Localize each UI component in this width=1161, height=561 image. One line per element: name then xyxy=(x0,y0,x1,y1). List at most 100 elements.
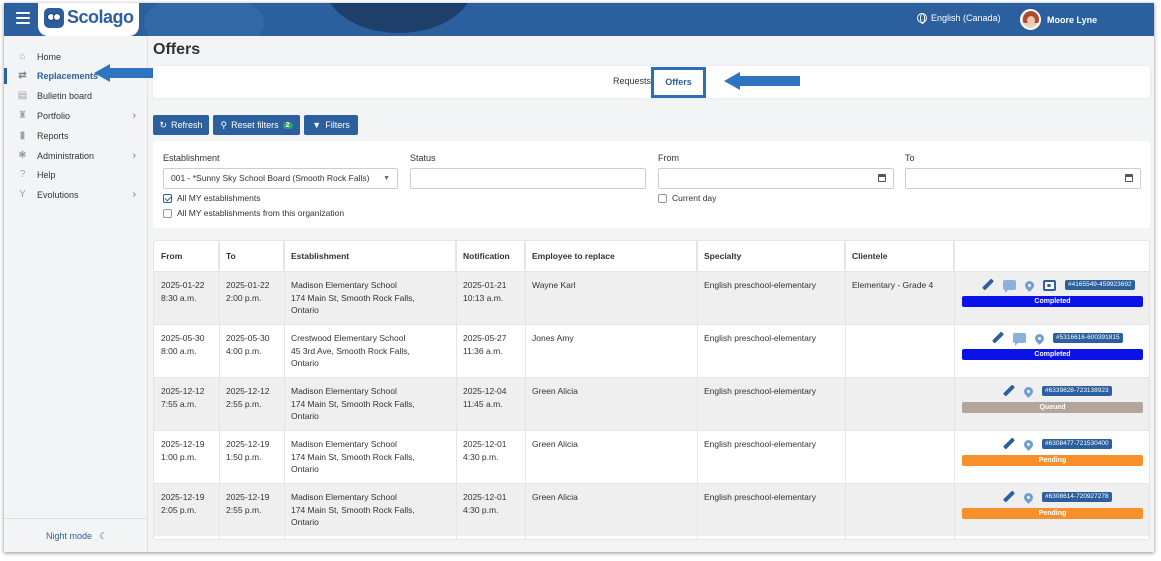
to-date-input[interactable] xyxy=(905,168,1141,189)
from-date-input[interactable] xyxy=(658,168,894,189)
language-label: English (Canada) xyxy=(931,13,1001,23)
cell-notification-line: 11:36 a.m. xyxy=(463,345,503,356)
cell-establishment-line: 45 3rd Ave, Smooth Rock Falls, xyxy=(291,345,410,356)
cell-specialty-line: English preschool-elementary xyxy=(704,386,816,396)
sidebar-item-label: Reports xyxy=(37,131,69,141)
pin-icon[interactable] xyxy=(1022,437,1035,451)
chevron-right-icon: › xyxy=(132,189,136,200)
refresh-icon: ↻ xyxy=(159,119,168,130)
night-mode-toggle[interactable]: Night mode ☾ xyxy=(46,531,108,542)
cell-notification: 2025-01-21 10:13 a.m. xyxy=(456,279,506,304)
table-row[interactable]: 2025-01-22 8:30 a.m. 2025-01-22 2:00 p.m. Ma… xyxy=(154,271,1149,324)
offer-id-badge[interactable]: #6308477-721530400 xyxy=(1042,439,1112,449)
user-menu[interactable]: Moore Lyne xyxy=(1020,9,1097,30)
pin-icon[interactable] xyxy=(1022,490,1035,504)
avatar xyxy=(1020,9,1041,30)
pin-icon[interactable] xyxy=(1033,331,1046,345)
sidebar-item-reports[interactable]: ▮ Reports xyxy=(4,127,148,145)
table-row[interactable]: 2025-05-30 8:00 a.m. 2025-05-30 4:00 p.m. Cr… xyxy=(154,324,1149,377)
cell-specialty: English preschool-elementary xyxy=(697,279,816,292)
checkbox-checked-icon[interactable] xyxy=(163,193,172,203)
cell-from-line: 2:05 p.m. xyxy=(161,504,197,515)
offer-id-badge[interactable]: #4165549-459923692 xyxy=(1065,280,1135,290)
table-row[interactable]: 2025-12-12 7:55 a.m. 2025-12-12 2:55 p.m. Ma… xyxy=(154,377,1149,431)
cell-to-line: 2025-05-30 xyxy=(226,333,270,343)
pencil-icon[interactable] xyxy=(1003,491,1015,503)
refresh-button[interactable]: ↻ Refresh xyxy=(153,115,209,135)
all-my-establishments-checkbox[interactable]: All MY establishments xyxy=(163,193,260,203)
cell-from: 2025-05-30 8:00 a.m. xyxy=(154,332,204,357)
column-header-notification[interactable]: Notification xyxy=(456,241,525,271)
menu-icon[interactable] xyxy=(16,12,30,24)
row-actions: #6339828-723138923 Queued xyxy=(954,378,1149,431)
calendar-icon[interactable] xyxy=(1125,174,1133,182)
sidebar-item-portfolio[interactable]: ♜ Portfolio › xyxy=(4,107,148,125)
establishment-select[interactable]: 001 - *Sunny Sky School Board (Smooth Ro… xyxy=(163,168,398,189)
cell-to: 2025-12-12 2:55 p.m. xyxy=(219,385,269,410)
offer-id-badge[interactable]: #5316616-600391815 xyxy=(1053,333,1123,343)
comment-icon[interactable] xyxy=(1013,333,1026,346)
cell-establishment-line: Madison Elementary School xyxy=(291,492,397,502)
cell-notification-line: 11:45 a.m. xyxy=(463,398,503,409)
pin-icon[interactable] xyxy=(1022,384,1035,398)
app-window: Scolago English (Canada) Moore Lyne ⌂ Hom… xyxy=(4,3,1154,552)
checkbox-icon[interactable] xyxy=(163,208,172,218)
comment-icon[interactable] xyxy=(1003,280,1016,293)
column-header-specialty[interactable]: Specialty xyxy=(697,241,845,271)
cell-to-line: 2025-12-12 xyxy=(226,386,270,396)
pencil-icon[interactable] xyxy=(1003,438,1015,450)
cell-employee-line: Green Alicia xyxy=(532,386,578,396)
reset-filters-label: Reset filters xyxy=(231,120,279,130)
table-row[interactable]: 2025-12-19 2:05 p.m. 2025-12-19 2:55 p.m. Ma… xyxy=(154,483,1149,537)
tab-offers[interactable]: Offers xyxy=(651,67,706,98)
filter-reset-icon: ⚲ xyxy=(220,119,228,130)
replacements-icon: ⇄ xyxy=(18,70,27,81)
cell-notification-line: 2025-12-01 xyxy=(463,492,507,502)
sidebar-item-label: Evolutions xyxy=(37,190,79,200)
moon-icon: ☾ xyxy=(99,531,108,541)
language-selector[interactable]: English (Canada) xyxy=(917,13,1001,24)
column-header-from[interactable]: From xyxy=(154,241,219,271)
filters-label: Filters xyxy=(325,120,350,130)
pencil-icon[interactable] xyxy=(982,279,994,291)
cell-establishment: Madison Elementary School 174 Main St, Sm… xyxy=(284,491,415,529)
filters-button[interactable]: ▼ Filters xyxy=(304,115,358,135)
tabs-bar: Requests Offers xyxy=(153,66,1150,98)
offer-id-badge[interactable]: #6308614-720927278 xyxy=(1042,492,1112,502)
pin-icon[interactable] xyxy=(1023,278,1036,292)
column-header-establishment[interactable]: Establishment xyxy=(284,241,456,271)
calendar-icon[interactable] xyxy=(878,174,886,182)
column-header-to[interactable]: To xyxy=(219,241,284,271)
filters-panel: Establishment 001 - *Sunny Sky School Bo… xyxy=(153,141,1150,228)
photo-icon[interactable] xyxy=(1043,279,1056,291)
checkbox-icon[interactable] xyxy=(658,193,667,203)
sidebar-item-administration[interactable]: ✱ Administration › xyxy=(4,147,148,165)
pencil-icon[interactable] xyxy=(1003,385,1015,397)
cell-notification-line: 2025-12-04 xyxy=(463,386,507,396)
bulletin-icon: ▤ xyxy=(17,90,28,101)
cell-specialty: English preschool-elementary xyxy=(697,491,816,504)
sidebar-item-evolutions[interactable]: Y Evolutions › xyxy=(4,186,148,204)
pencil-icon[interactable] xyxy=(992,332,1004,344)
table-row[interactable]: 2025-12-19 1:00 p.m. 2025-12-19 1:50 p.m. Ma… xyxy=(154,430,1149,483)
column-divider xyxy=(456,241,457,539)
row-actions: #6308614-720927278 Pending xyxy=(954,484,1149,537)
sidebar-item-bulletin-board[interactable]: ▤ Bulletin board xyxy=(4,87,148,105)
header-decoration-2 xyxy=(144,3,264,36)
checkbox-label: All MY establishments from this organiza… xyxy=(177,208,345,218)
reset-filters-button[interactable]: ⚲ Reset filters 2 xyxy=(213,115,300,135)
globe-icon xyxy=(917,13,927,24)
all-my-from-org-checkbox[interactable]: All MY establishments from this organiza… xyxy=(163,208,344,218)
offer-id-badge[interactable]: #6339828-723138923 xyxy=(1042,386,1112,396)
status-select[interactable] xyxy=(410,168,646,189)
column-header-employee[interactable]: Employee to replace xyxy=(525,241,697,271)
column-header-clientele[interactable]: Clientele xyxy=(845,241,954,271)
current-day-checkbox[interactable]: Current day xyxy=(658,193,716,203)
sidebar-item-help[interactable]: ? Help xyxy=(4,166,148,184)
home-icon: ⌂ xyxy=(19,51,26,62)
tab-requests[interactable]: Requests xyxy=(613,76,651,86)
sidebar-item-label: Home xyxy=(37,52,62,62)
cell-from: 2025-12-12 7:55 a.m. xyxy=(154,385,204,410)
app-logo[interactable]: Scolago xyxy=(38,3,139,36)
cell-specialty-line: English preschool-elementary xyxy=(704,333,816,343)
